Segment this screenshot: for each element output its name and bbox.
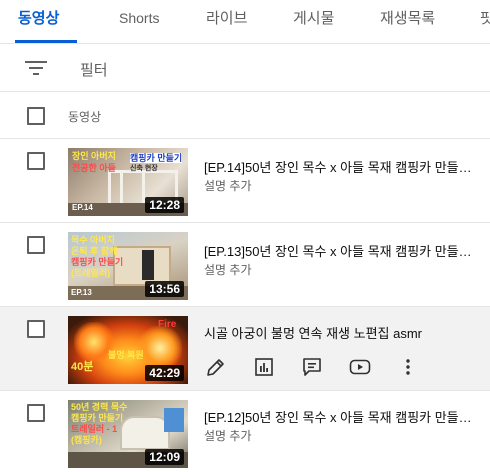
video-duration: 42:29 [145,365,184,381]
row-checkbox[interactable] [27,152,45,170]
video-thumbnail[interactable]: Fire 40분 불멍 복원 42:29 [68,316,188,384]
row-checkbox[interactable] [27,404,45,422]
filter-input[interactable]: 필터 [80,59,108,80]
video-title[interactable]: 시골 아궁이 불멍 연속 재생 노편집 asmr [204,323,422,342]
more-options-icon[interactable] [396,355,420,379]
tab-live[interactable]: 라이브 [206,0,247,44]
select-all-checkbox[interactable] [27,107,45,125]
thumb-text: 캠핑카 만들기 [71,413,124,423]
table-row: 목수 아버지 은퇴 후 함께 캠핑카 만들기 (트레일러) EP.13 13:5… [0,223,490,307]
comments-icon[interactable] [300,355,324,379]
row-checkbox[interactable] [27,320,45,338]
video-description[interactable]: 설명 추가 [204,261,252,278]
video-thumbnail[interactable]: 목수 아버지 은퇴 후 함께 캠핑카 만들기 (트레일러) EP.13 13:5… [68,232,188,300]
thumb-text: 50년 경력 목수 [71,402,128,412]
thumb-text: 장인 아버지 [72,151,116,161]
video-thumbnail[interactable]: 50년 경력 목수 캠핑카 만들기 트레일러 - 1 (캠핑카) 12:09 [68,400,188,468]
tab-shorts[interactable]: Shorts [119,0,159,44]
thumb-text: 불멍 복원 [108,350,144,360]
table-row: Fire 40분 불멍 복원 42:29 시골 아궁이 불멍 연속 재생 노편집… [0,307,490,391]
table-row: 50년 경력 목수 캠핑카 만들기 트레일러 - 1 (캠핑카) 12:09 [… [0,391,490,472]
list-header-label: 동영상 [68,110,102,124]
analytics-icon[interactable] [252,355,276,379]
video-description[interactable]: 설명 추가 [204,177,252,194]
tab-playlists[interactable]: 재생목록 [380,0,435,44]
video-title[interactable]: [EP.13]50년 장인 목수 x 아들 목재 캠핑카 만들… [204,241,472,260]
list-header: 동영상 [0,92,490,139]
filter-icon[interactable] [25,60,47,76]
channel-tabs: 동영상 Shorts 라이브 게시물 재생목록 팟 [0,0,490,44]
thumb-text: 캠핑카 만들기 [130,153,183,163]
video-description[interactable]: 설명 추가 [204,427,252,444]
thumb-text: EP.13 [71,288,92,297]
tab-videos[interactable]: 동영상 [18,0,59,44]
active-tab-indicator [15,40,77,43]
thumb-text: 전공한 아들 [72,163,116,173]
thumb-text: 목수 아버지 [71,235,115,245]
thumb-text: (트레일러) [71,268,111,278]
thumb-text: EP.14 [72,203,93,212]
thumb-text: (캠핑카) [71,435,102,445]
thumb-text: 40분 [71,361,94,373]
tab-podcasts[interactable]: 팟 [480,0,490,44]
thumb-text: 트레일러 - 1 [71,424,118,434]
video-title[interactable]: [EP.12]50년 장인 목수 x 아들 목재 캠핑카 만들… [204,407,472,426]
row-checkbox[interactable] [27,236,45,254]
thumb-text: 신축 현장 [130,165,158,172]
video-duration: 12:28 [145,197,184,213]
video-duration: 13:56 [145,281,184,297]
youtube-play-icon[interactable] [348,355,372,379]
table-row: 장인 아버지 전공한 아들 캠핑카 만들기 신축 현장 EP.14 12:28 … [0,139,490,223]
edit-pencil-icon[interactable] [204,355,228,379]
thumb-text: 캠핑카 만들기 [71,257,124,267]
tab-posts[interactable]: 게시물 [293,0,334,44]
video-thumbnail[interactable]: 장인 아버지 전공한 아들 캠핑카 만들기 신축 현장 EP.14 12:28 [68,148,188,216]
thumb-text: 은퇴 후 함께 [71,246,118,256]
video-duration: 12:09 [145,449,184,465]
thumb-frame [120,416,170,450]
filter-bar: 필터 [0,44,490,92]
video-title[interactable]: [EP.14]50년 장인 목수 x 아들 목재 캠핑카 만들… [204,157,472,176]
thumb-text: Fire [158,319,177,330]
